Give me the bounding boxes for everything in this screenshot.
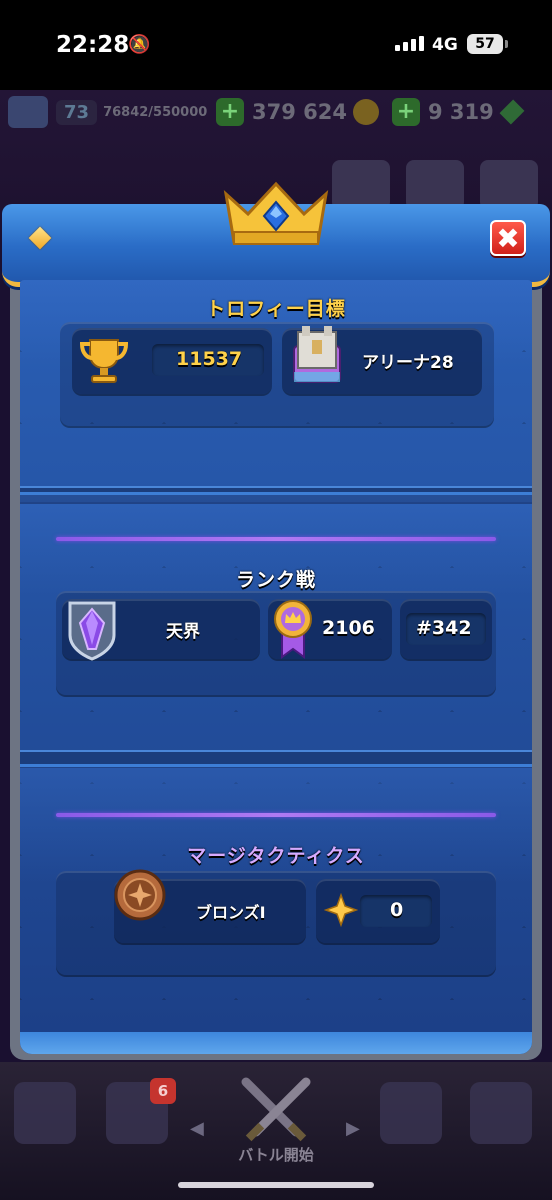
bronze-badge-icon (114, 869, 166, 921)
status-time: 22:28 (56, 32, 130, 58)
close-button[interactable]: ✖ (490, 220, 526, 256)
merge-purple-line (56, 813, 496, 817)
trophy-section-title: トロフィー目標 (206, 298, 346, 320)
merge-league-name: ブロンズI (196, 903, 266, 922)
network-type: 4G (432, 35, 458, 55)
trophy-count: 11537 (176, 348, 243, 370)
modal-bottom-edge (20, 1032, 532, 1054)
profile-icon (8, 96, 48, 128)
coin-icon (352, 99, 379, 125)
gem-icon (499, 99, 525, 125)
gold-amount: 379 624 (252, 100, 347, 124)
gem-counter: + 9 319 (392, 92, 525, 132)
ranked-rating: 2106 (322, 617, 375, 639)
gem-amount: 9 319 (428, 100, 494, 124)
level-number: 73 (56, 99, 98, 125)
sparkle-icon (324, 893, 358, 927)
ranked-section-title: ランク戦 (235, 569, 316, 591)
merge-score-card: 0 (316, 879, 440, 943)
battery-icon: 57 (467, 34, 508, 54)
merge-score: 0 (390, 899, 404, 921)
ranked-purple-line (56, 537, 496, 541)
friends-button-bg (332, 160, 390, 210)
medal-icon (274, 600, 312, 659)
arena-card: アリーナ28 (282, 326, 482, 394)
league-crystal-icon (68, 601, 116, 661)
battle-label: バトル開始 (238, 1146, 314, 1164)
merge-tactics-section: マージタクティクス ブロンズI 0 (20, 764, 532, 1054)
crossed-swords-icon (241, 1077, 311, 1142)
arena-name: アリーナ28 (362, 353, 454, 373)
cards-badge: 6 (150, 1078, 176, 1104)
signal-icon (395, 36, 424, 51)
xp-text: 76842/550000 (103, 104, 208, 120)
nav-right-arrow-icon: ▶ (346, 1118, 360, 1139)
nav-clan (380, 1082, 442, 1144)
news-button-bg (406, 160, 464, 210)
crown-icon (223, 181, 329, 245)
add-gems-button: + (392, 98, 420, 126)
bottom-nav (0, 1062, 552, 1200)
ranked-section: ランク戦 天界 2106 #342 (20, 492, 532, 751)
diamond-icon (28, 226, 52, 250)
trophy-section: トロフィー目標 11537 アリーナ28 (20, 280, 532, 492)
add-gold-button: + (216, 98, 244, 126)
nav-left-arrow-icon: ◀ (190, 1118, 204, 1139)
ranked-position-card: #342 (400, 599, 492, 659)
merge-section-title: マージタクティクス (187, 845, 365, 867)
trophy-goal-modal: ✖ トロフィー目標 11537 アリーナ28 ランク戦 天界 2106 #342… (2, 181, 550, 1062)
nav-events (470, 1082, 532, 1144)
xp-bar: 73 76842/550000 (56, 92, 207, 132)
menu-button-bg (480, 160, 538, 210)
nav-shop (14, 1082, 76, 1144)
arena-icon (293, 326, 341, 383)
ranked-league-name: 天界 (166, 622, 200, 642)
trophy-icon (79, 339, 129, 383)
ranked-league-card: 天界 (62, 599, 260, 661)
status-bar: 22:28 🔕 4G 57 (0, 0, 552, 90)
home-indicator (178, 1182, 374, 1188)
ranked-position: #342 (416, 617, 472, 639)
trophy-count-card: 11537 (72, 328, 272, 394)
side-buttons (332, 160, 538, 210)
gold-counter: + 379 624 (216, 92, 379, 132)
level-badge (8, 92, 54, 132)
ranked-rating-card: 2106 (268, 599, 392, 659)
merge-league-card: ブロンズI (114, 869, 306, 943)
modal-content: トロフィー目標 11537 アリーナ28 ランク戦 天界 2106 #342 マ… (20, 280, 532, 1054)
silent-bell-icon: 🔕 (128, 34, 151, 55)
